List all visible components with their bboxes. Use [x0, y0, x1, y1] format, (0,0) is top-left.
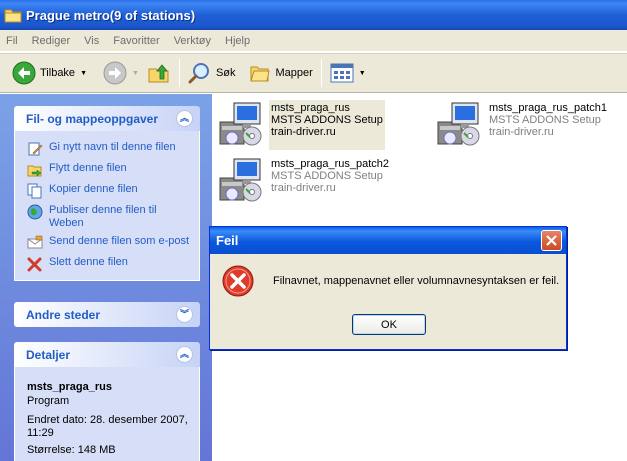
file-item[interactable]: msts_praga_rus_patch2 MSTS ADDONS Setup …	[216, 156, 391, 206]
search-label: Søk	[215, 67, 236, 79]
close-button[interactable]	[541, 230, 562, 251]
file-company: train-driver.ru	[271, 126, 336, 138]
task-label: Kopier denne filen	[49, 183, 138, 195]
menu-view[interactable]: Vis	[84, 35, 99, 47]
search-button[interactable]: Søk	[184, 57, 240, 89]
back-dropdown-icon[interactable]: ▼	[80, 70, 87, 77]
details-modified: Endret dato: 28. desember 2007, 11:29	[27, 414, 188, 439]
publish-icon	[27, 204, 43, 220]
file-name: msts_praga_rus_patch2	[271, 158, 390, 170]
task-publish[interactable]: Publiser denne filen til Weben	[27, 204, 191, 230]
details-size: Størrelse: 148 MB	[27, 444, 116, 456]
back-button[interactable]: Tilbake ▼	[8, 57, 91, 89]
details-body: msts_praga_rus Program Endret dato: 28. …	[14, 367, 200, 461]
task-pane: Fil- og mappeoppgaver ︽ Gi nytt navn til…	[0, 94, 212, 461]
details-title: Detaljer	[26, 347, 71, 362]
window-title: Prague metro(9 of stations)	[26, 7, 196, 23]
file-description: MSTS ADDONS Setup	[271, 114, 383, 126]
file-tasks-panel: Fil- og mappeoppgaver ︽ Gi nytt navn til…	[14, 106, 200, 281]
email-icon	[27, 235, 43, 249]
collapse-icon[interactable]: ︽	[176, 346, 193, 363]
task-label: Gi nytt navn til denne filen	[49, 141, 176, 153]
views-button[interactable]: ▼	[326, 57, 370, 89]
task-label: Flytt denne filen	[49, 162, 127, 174]
toolbar-separator	[178, 59, 180, 87]
folders-icon	[249, 66, 270, 82]
setup-program-icon	[437, 102, 480, 146]
file-company: train-driver.ru	[489, 126, 554, 138]
file-tasks-body: Gi nytt navn til denne filen Flytt denne…	[14, 131, 200, 281]
file-tasks-title: Fil- og mappeoppgaver	[26, 111, 159, 126]
setup-program-icon	[219, 158, 262, 202]
forward-dropdown-icon[interactable]: ▼	[132, 70, 139, 77]
file-description: MSTS ADDONS Setup	[489, 114, 601, 126]
dialog-message: Filnavnet, mappenavnet eller volumnavnes…	[273, 275, 560, 287]
error-icon	[222, 265, 254, 297]
toolbar: Tilbake ▼ ▼ Søk Mapper ▼	[0, 53, 627, 93]
task-label: Send denne filen som e-post	[49, 235, 190, 247]
task-move[interactable]: Flytt denne filen	[27, 162, 191, 178]
details-panel: Detaljer ︽ msts_praga_rus Program Endret…	[14, 342, 200, 461]
task-label: Slett denne filen	[49, 256, 128, 268]
file-name: msts_praga_rus	[271, 102, 350, 114]
folder-icon	[4, 9, 22, 23]
folders-label: Mapper	[275, 67, 313, 79]
task-delete[interactable]: Slett denne filen	[27, 256, 191, 272]
folders-button[interactable]: Mapper	[244, 57, 317, 89]
title-bar[interactable]: Prague metro(9 of stations)	[0, 0, 627, 30]
file-label: msts_praga_rus MSTS ADDONS Setup train-d…	[269, 100, 385, 150]
other-places-title: Andre steder	[26, 307, 101, 322]
task-copy[interactable]: Kopier denne filen	[27, 183, 191, 199]
file-company: train-driver.ru	[271, 182, 336, 194]
setup-program-icon	[219, 102, 262, 146]
file-item[interactable]: msts_praga_rus MSTS ADDONS Setup train-d…	[216, 100, 385, 150]
back-label: Tilbake	[40, 67, 76, 79]
menu-file[interactable]: Fil	[6, 35, 18, 47]
menu-bar: Fil Rediger Vis Favoritter Verktøy Hjelp	[0, 30, 627, 52]
toolbar-separator	[320, 59, 322, 87]
up-folder-icon	[148, 64, 169, 83]
file-label: msts_praga_rus_patch2 MSTS ADDONS Setup …	[269, 156, 391, 206]
task-rename[interactable]: Gi nytt navn til denne filen	[27, 141, 191, 157]
move-icon	[27, 165, 42, 177]
views-dropdown-icon[interactable]: ▼	[359, 70, 366, 77]
back-arrow-icon	[12, 61, 36, 85]
file-label: msts_praga_rus_patch1 MSTS ADDONS Setup …	[487, 100, 609, 150]
task-label: Publiser denne filen til Weben	[49, 204, 157, 229]
rename-icon	[28, 142, 43, 156]
file-name: msts_praga_rus_patch1	[489, 102, 608, 114]
details-type: Program	[27, 395, 70, 407]
dialog-title: Feil	[216, 233, 239, 248]
file-description: MSTS ADDONS Setup	[271, 170, 383, 182]
menu-tools[interactable]: Verktøy	[174, 35, 211, 47]
expand-icon[interactable]: ︾	[176, 306, 193, 323]
search-icon	[188, 63, 209, 84]
delete-icon	[27, 257, 42, 272]
menu-edit[interactable]: Rediger	[32, 35, 71, 47]
menu-favorites[interactable]: Favoritter	[113, 35, 159, 47]
ok-button[interactable]: OK	[352, 314, 426, 335]
copy-icon	[27, 183, 42, 199]
views-icon	[330, 63, 354, 83]
dialog-title-bar[interactable]: Feil	[210, 227, 566, 254]
other-places-panel: Andre steder ︾	[14, 302, 200, 327]
file-tasks-header[interactable]: Fil- og mappeoppgaver ︽	[14, 106, 200, 131]
task-email[interactable]: Send denne filen som e-post	[27, 235, 191, 251]
error-dialog: Feil Filnavnet, mappenavnet eller volumn…	[209, 226, 567, 350]
details-header[interactable]: Detaljer ︽	[14, 342, 200, 367]
menu-help[interactable]: Hjelp	[225, 35, 250, 47]
close-icon	[546, 235, 557, 246]
file-item[interactable]: msts_praga_rus_patch1 MSTS ADDONS Setup …	[434, 100, 609, 150]
details-filename: msts_praga_rus	[27, 381, 112, 393]
other-places-header[interactable]: Andre steder ︾	[14, 302, 200, 327]
up-folder-button[interactable]	[143, 57, 175, 89]
collapse-icon[interactable]: ︽	[176, 110, 193, 127]
forward-button[interactable]: ▼	[99, 57, 143, 89]
forward-arrow-icon	[103, 61, 127, 85]
